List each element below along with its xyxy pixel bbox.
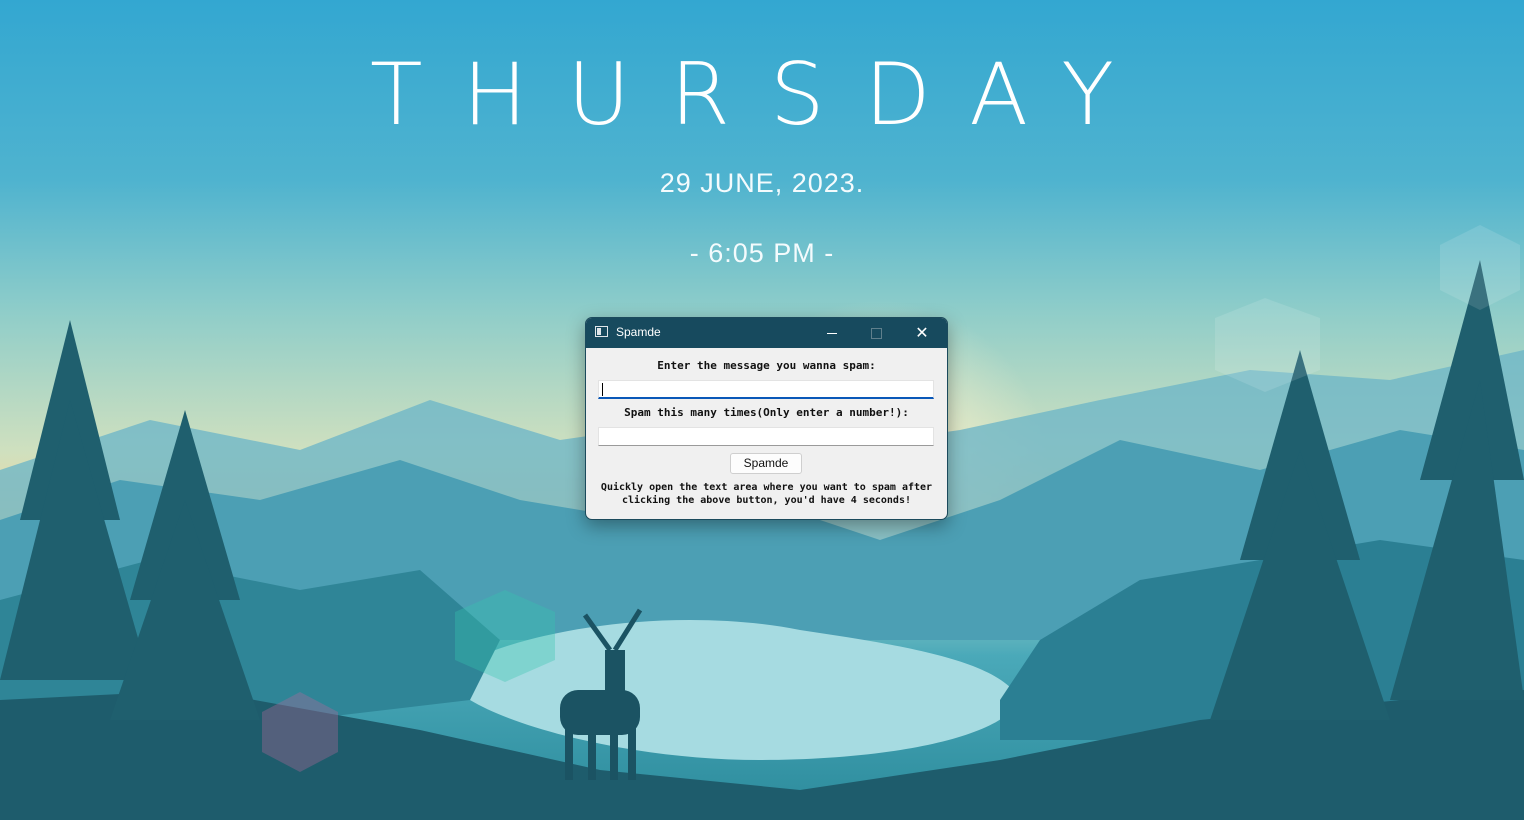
instruction-note: Quickly open the text area where you wan… (592, 481, 941, 507)
maximize-icon (870, 327, 882, 339)
count-input[interactable] (598, 427, 934, 446)
window-titlebar[interactable]: Spamde ✕ (586, 318, 947, 348)
count-label: Spam this many times(Only enter a number… (624, 406, 909, 419)
note-line-2: clicking the above button, you'd have 4 … (622, 495, 911, 506)
message-input[interactable] (598, 380, 934, 399)
text-caret (602, 383, 603, 396)
app-icon (595, 326, 608, 337)
minimize-button[interactable] (810, 318, 854, 348)
day-heading: THURSDAY (370, 45, 1154, 145)
time-text: - 6:05 PM - (689, 238, 835, 268)
minimize-icon (827, 332, 837, 334)
spamde-button[interactable]: Spamde (730, 453, 802, 474)
date-text: 29 JUNE, 2023. (659, 168, 865, 198)
window-title: Spamde (616, 325, 661, 339)
note-line-1: Quickly open the text area where you wan… (600, 482, 933, 493)
spamde-window: Spamde ✕ Enter the message you wanna spa… (585, 317, 948, 520)
close-button[interactable]: ✕ (900, 318, 944, 348)
maximize-button[interactable] (854, 318, 898, 348)
close-icon: ✕ (915, 323, 929, 342)
message-label: Enter the message you wanna spam: (657, 359, 876, 372)
